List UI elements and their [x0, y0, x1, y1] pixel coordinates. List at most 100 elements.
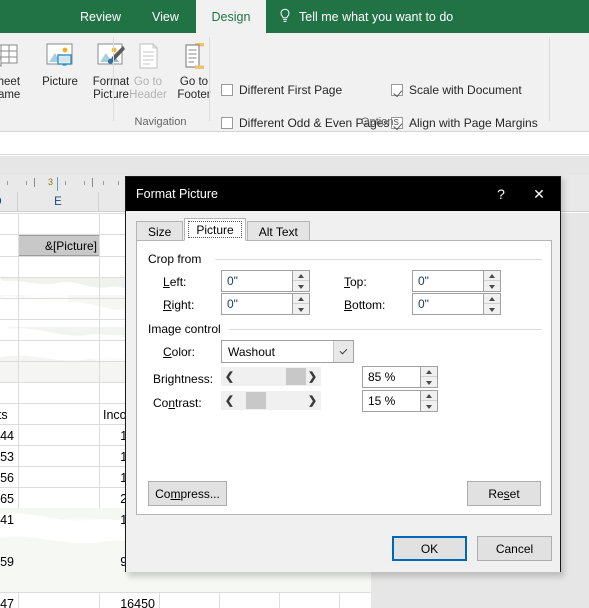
formula-bar[interactable] [0, 132, 589, 155]
spin-up-icon[interactable] [421, 367, 437, 377]
crop-top-label: Top: [344, 275, 367, 289]
crop-group-rule [215, 259, 542, 260]
reset-button[interactable]: Reset [467, 481, 541, 506]
checkbox-label: Different First Page [239, 83, 343, 97]
table-header-visits: Visits [0, 408, 8, 422]
tab-view-label: View [152, 9, 179, 24]
chevron-down-icon[interactable] [333, 341, 353, 362]
picture-button[interactable]: Picture [33, 37, 87, 109]
group-label-navigation: Navigation [134, 116, 187, 128]
checkbox-scale-with-document[interactable]: Scale with Document [391, 83, 522, 97]
checkbox-label: Scale with Document [409, 83, 522, 97]
spin-up-icon[interactable] [484, 271, 500, 281]
cancel-button[interactable]: Cancel [477, 536, 552, 561]
crop-bottom-label: Bottom: [344, 298, 386, 312]
spin-down-icon[interactable] [421, 378, 437, 388]
table-row[interactable]: 41 [0, 510, 18, 530]
dialog-title: Format Picture [136, 187, 218, 201]
slider-left-arrow-icon[interactable]: ❮ [221, 391, 238, 410]
tab-size[interactable]: Size [136, 221, 184, 242]
tell-me-search[interactable]: Tell me what you want to do [278, 0, 453, 33]
crop-top-spin-buttons[interactable] [484, 270, 501, 292]
dialog-title-bar[interactable]: Format Picture ? ✕ [126, 177, 560, 211]
tab-review-label: Review [80, 9, 121, 24]
crop-left-spin-buttons[interactable] [293, 270, 310, 292]
color-label: Color: [163, 345, 196, 359]
slider-right-arrow-icon[interactable]: ❯ [304, 367, 321, 386]
group-separator-3 [549, 37, 550, 121]
spin-down-icon[interactable] [293, 305, 309, 315]
spin-up-icon[interactable] [293, 294, 309, 304]
compress-button[interactable]: Compress... [148, 481, 227, 506]
spin-down-icon[interactable] [293, 282, 309, 292]
go-to-footer-label: Go to Footer [177, 76, 211, 101]
formula-bar-gap [0, 156, 589, 175]
spin-down-icon[interactable] [484, 305, 500, 315]
contrast-track[interactable] [238, 391, 304, 410]
checkbox-box [391, 84, 403, 96]
header-picture-cell[interactable]: &[Picture] [18, 235, 99, 256]
tab-alt-text[interactable]: Alt Text [246, 221, 310, 242]
group-label-options: Options [361, 116, 399, 128]
contrast-spin-buttons[interactable] [421, 390, 438, 412]
brightness-track[interactable] [238, 367, 306, 386]
go-to-footer-button[interactable]: Go to Footer [167, 37, 221, 109]
ok-button[interactable]: OK [392, 536, 467, 561]
table-row[interactable]: 47 [0, 594, 18, 608]
picture-icon [44, 39, 76, 73]
tab-review[interactable]: Review [68, 0, 133, 33]
format-picture-dialog: Format Picture ? ✕ Size Picture Alt Text… [125, 176, 561, 572]
focus-ring [188, 221, 242, 238]
close-icon[interactable]: ✕ [522, 177, 556, 211]
spin-up-icon[interactable] [293, 271, 309, 281]
spin-down-icon[interactable] [484, 282, 500, 292]
crop-left-input[interactable]: 0" [221, 270, 293, 292]
spin-up-icon[interactable] [421, 391, 437, 401]
group-separator-2 [209, 37, 210, 121]
checkbox-different-first-page[interactable]: Different First Page [221, 83, 342, 97]
group-separator [113, 37, 114, 121]
ribbon-tab-bar: Review View Design Tell me what you want… [0, 0, 589, 33]
ribbon-tab-overflow [0, 0, 4, 33]
picture-label: Picture [42, 76, 78, 88]
brightness-slider[interactable]: ❮ ❯ [221, 367, 321, 386]
column-header-d[interactable]: D [0, 192, 18, 212]
dialog-tab-strip: Size Picture Alt Text [136, 218, 311, 242]
help-icon[interactable]: ? [484, 177, 518, 211]
crop-bottom-spin-buttons[interactable] [484, 293, 501, 315]
table-row[interactable]: 65 [0, 489, 18, 509]
table-row[interactable]: 44 [0, 426, 18, 446]
tab-picture[interactable]: Picture [184, 218, 246, 241]
contrast-thumb[interactable] [246, 392, 266, 409]
image-control-group-rule [229, 329, 542, 330]
crop-right-spin-buttons[interactable] [293, 293, 310, 315]
crop-top-input[interactable]: 0" [412, 270, 484, 292]
crop-right-input[interactable]: 0" [221, 293, 293, 315]
slider-left-arrow-icon[interactable]: ❮ [221, 367, 238, 386]
brightness-spin-buttons[interactable] [421, 366, 438, 388]
table-row[interactable]: 16450 [99, 594, 159, 608]
tab-design[interactable]: Design [196, 0, 266, 33]
tab-view[interactable]: View [140, 0, 191, 33]
sheet-name-button[interactable]: Sheet Name [0, 37, 32, 109]
slider-right-arrow-icon[interactable]: ❯ [304, 391, 321, 410]
spin-up-icon[interactable] [484, 294, 500, 304]
color-combobox[interactable]: Washout [221, 340, 354, 363]
ribbon-body: Sheet Name Picture [0, 33, 589, 132]
ok-label: OK [420, 541, 439, 556]
contrast-input[interactable]: 15 % [362, 390, 421, 412]
contrast-slider[interactable]: ❮ ❯ [221, 391, 321, 410]
brightness-thumb[interactable] [286, 368, 306, 385]
table-row[interactable]: 56 [0, 468, 18, 488]
column-header-e[interactable]: E [18, 192, 99, 212]
image-control-group-label: Image control [148, 322, 227, 336]
contrast-label: Contrast: [153, 396, 202, 410]
spin-down-icon[interactable] [421, 402, 437, 412]
brightness-input[interactable]: 85 % [362, 366, 421, 388]
table-row[interactable]: 259 [0, 552, 18, 572]
go-to-footer-icon [180, 39, 208, 73]
table-row[interactable]: 53 [0, 447, 18, 467]
cancel-label: Cancel [495, 541, 534, 556]
crop-bottom-input[interactable]: 0" [412, 293, 484, 315]
dialog-footer: OK Cancel [126, 524, 560, 572]
